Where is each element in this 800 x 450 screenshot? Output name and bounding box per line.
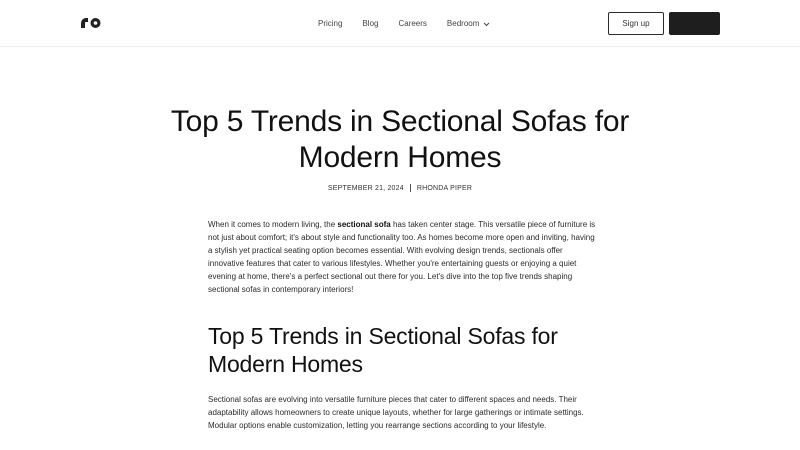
nav-dropdown-bedroom[interactable]: Bedroom: [447, 19, 490, 29]
intro-paragraph: When it comes to modern living, the sect…: [208, 218, 598, 297]
brand-logo-icon[interactable]: [80, 17, 102, 29]
article-meta: SEPTEMBER 21, 2024 RHONDA PIPER: [0, 184, 800, 192]
meta-divider: [409, 184, 411, 192]
intro-text-start: When it comes to modern living, the: [208, 220, 338, 229]
article-author: RHONDA PIPER: [416, 184, 473, 192]
primary-cta-button[interactable]: [669, 12, 720, 35]
nav-link-blog[interactable]: Blog: [362, 19, 378, 29]
article-date: SEPTEMBER 21, 2024: [327, 184, 404, 192]
article-title: Top 5 Trends in Sectional Sofas for Mode…: [170, 105, 630, 174]
signup-button[interactable]: Sign up: [608, 12, 664, 35]
nav-link-pricing[interactable]: Pricing: [318, 19, 342, 29]
intro-text-end: has taken center stage. This versatile p…: [208, 220, 596, 295]
section-paragraph: Sectional sofas are evolving into versat…: [208, 395, 584, 431]
intro-bold-term: sectional sofa: [337, 220, 391, 229]
top-navbar: Pricing Blog Careers Bedroom Sign up: [0, 0, 800, 47]
nav-dropdown-label[interactable]: Bedroom: [447, 19, 479, 29]
nav-link-careers[interactable]: Careers: [398, 19, 426, 29]
chevron-down-icon: [484, 22, 490, 26]
main-nav: Pricing Blog Careers Bedroom: [318, 19, 490, 29]
section-heading: Top 5 Trends in Sectional Sofas for Mode…: [208, 323, 558, 377]
